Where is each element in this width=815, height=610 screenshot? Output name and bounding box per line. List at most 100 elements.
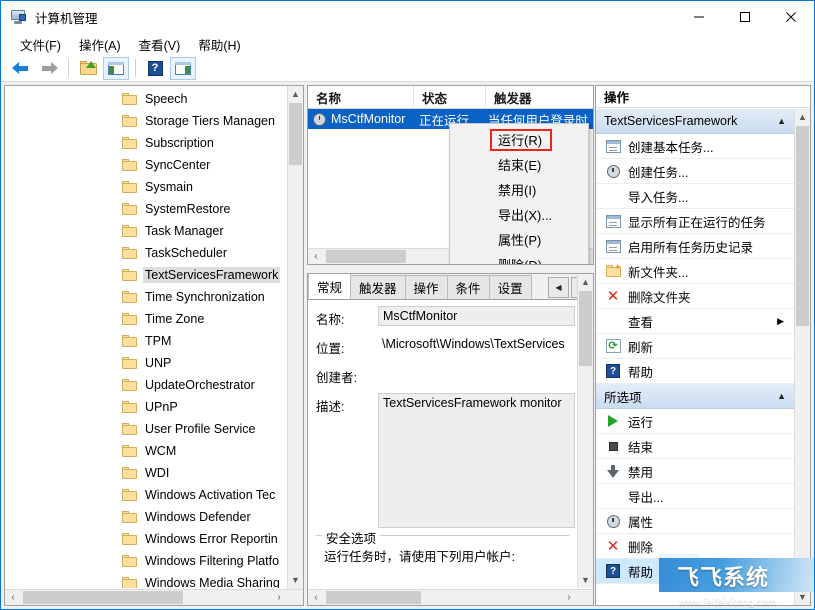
console-tree[interactable]: SpeechStorage Tiers ManagenSubscriptionS…: [5, 88, 287, 588]
folder-up-icon: [80, 61, 97, 75]
actions-scroll-down-button[interactable]: ▼: [795, 589, 810, 605]
tab-2[interactable]: 操作: [405, 275, 448, 299]
actions-vertical-scrollbar[interactable]: ▲ ▼: [794, 109, 810, 605]
tree-item-9[interactable]: Time Synchronization: [5, 286, 287, 308]
tree-item-2[interactable]: Subscription: [5, 132, 287, 154]
action-item-1-0[interactable]: 运行: [596, 409, 794, 434]
help-button[interactable]: ?: [142, 57, 168, 80]
context-menu-item-2[interactable]: 禁用(I): [450, 177, 588, 202]
details-scroll-up-button[interactable]: ▲: [578, 274, 593, 290]
action-item-0-5[interactable]: ✦新文件夹...: [596, 259, 794, 284]
tree-item-6[interactable]: Task Manager: [5, 220, 287, 242]
details-scroll-down-button[interactable]: ▼: [578, 572, 593, 588]
close-button[interactable]: [768, 1, 814, 33]
tree-item-1[interactable]: Storage Tiers Managen: [5, 110, 287, 132]
tree-scroll-down-button[interactable]: ▼: [288, 572, 303, 588]
tree-scroll-thumb[interactable]: [289, 103, 302, 165]
tree-item-16[interactable]: WCM: [5, 440, 287, 462]
action-item-0-7[interactable]: 查看▶: [596, 309, 794, 334]
tab-4[interactable]: 设置: [489, 275, 532, 299]
action-item-1-1[interactable]: 结束: [596, 434, 794, 459]
actions-scroll-thumb[interactable]: [796, 126, 809, 326]
tree-item-17[interactable]: WDI: [5, 462, 287, 484]
tree-item-14[interactable]: UPnP: [5, 396, 287, 418]
context-menu-item-3[interactable]: 导出(X)...: [450, 202, 588, 227]
tree-item-22[interactable]: Windows Media Sharing: [5, 572, 287, 588]
maximize-button[interactable]: [722, 1, 768, 33]
tree-item-8[interactable]: TextServicesFramework: [5, 264, 287, 286]
minimize-button[interactable]: [676, 1, 722, 33]
action-item-0-8[interactable]: ⟳刷新: [596, 334, 794, 359]
menu-file[interactable]: 文件(F): [11, 33, 70, 56]
tab-prev-button[interactable]: ◀: [548, 277, 569, 298]
list-hscroll-thumb[interactable]: [326, 250, 406, 263]
show-action-pane-button[interactable]: [170, 57, 196, 80]
action-item-0-0[interactable]: 创建基本任务...: [596, 134, 794, 159]
action-item-1-5[interactable]: ✕删除: [596, 534, 794, 559]
action-item-0-9[interactable]: ?帮助: [596, 359, 794, 384]
action-item-1-3[interactable]: 导出...: [596, 484, 794, 509]
tree-horizontal-scrollbar[interactable]: ‹ ›: [5, 589, 303, 605]
tab-0[interactable]: 常规: [308, 273, 351, 299]
tree-item-10[interactable]: Time Zone: [5, 308, 287, 330]
action-item-1-2[interactable]: 禁用: [596, 459, 794, 484]
tree-scroll-up-button[interactable]: ▲: [288, 86, 303, 102]
details-hscroll-thumb[interactable]: [326, 591, 421, 604]
chevron-up-icon[interactable]: ▲: [777, 391, 786, 401]
tree-vertical-scrollbar[interactable]: ▲ ▼: [287, 86, 303, 605]
tree-item-19[interactable]: Windows Defender: [5, 506, 287, 528]
actions-list[interactable]: TextServicesFramework▲创建基本任务...创建任务...导入…: [596, 109, 794, 605]
up-folder-button[interactable]: [75, 57, 101, 80]
menu-action[interactable]: 操作(A): [70, 33, 130, 56]
tree-hscroll-thumb[interactable]: [23, 591, 183, 604]
list-scroll-left-button[interactable]: ‹: [308, 249, 324, 264]
tree-item-4[interactable]: Sysmain: [5, 176, 287, 198]
task-context-menu[interactable]: 运行(R)结束(E)禁用(I)导出(X)...属性(P)删除(D): [449, 123, 589, 265]
column-header-2[interactable]: 触发器: [485, 86, 585, 109]
action-item-0-1[interactable]: 创建任务...: [596, 159, 794, 184]
details-scroll-right-button[interactable]: ›: [561, 590, 577, 605]
tree-scroll-left-button[interactable]: ‹: [5, 590, 21, 605]
tree-item-5[interactable]: SystemRestore: [5, 198, 287, 220]
field-name-value[interactable]: MsCtfMonitor: [378, 306, 575, 326]
action-item-1-4[interactable]: 属性: [596, 509, 794, 534]
chevron-up-icon[interactable]: ▲: [777, 116, 786, 126]
details-scroll-thumb[interactable]: [579, 291, 592, 366]
context-menu-item-5[interactable]: 删除(D): [450, 252, 588, 265]
tree-item-3[interactable]: SyncCenter: [5, 154, 287, 176]
action-item-1-6[interactable]: ?帮助: [596, 559, 794, 584]
tree-item-13[interactable]: UpdateOrchestrator: [5, 374, 287, 396]
forward-button[interactable]: [36, 57, 62, 80]
tree-item-7[interactable]: TaskScheduler: [5, 242, 287, 264]
action-item-0-6[interactable]: ✕删除文件夹: [596, 284, 794, 309]
details-horizontal-scrollbar[interactable]: ‹ ›: [308, 589, 593, 605]
details-scroll-left-button[interactable]: ‹: [308, 590, 324, 605]
menu-help[interactable]: 帮助(H): [189, 33, 249, 56]
tab-1[interactable]: 触发器: [350, 275, 406, 299]
show-tree-pane-button[interactable]: [103, 57, 129, 80]
tab-3[interactable]: 条件: [447, 275, 490, 299]
tree-item-21[interactable]: Windows Filtering Platfo: [5, 550, 287, 572]
context-menu-item-4[interactable]: 属性(P): [450, 227, 588, 252]
column-header-0[interactable]: 名称: [308, 86, 413, 109]
action-item-0-3[interactable]: 显示所有正在运行的任务: [596, 209, 794, 234]
tree-item-12[interactable]: UNP: [5, 352, 287, 374]
actions-group-header-1[interactable]: 所选项▲: [596, 384, 794, 409]
tree-item-18[interactable]: Windows Activation Tec: [5, 484, 287, 506]
tree-item-0[interactable]: Speech: [5, 88, 287, 110]
back-button[interactable]: [8, 57, 34, 80]
field-description-value[interactable]: TextServicesFramework monitor: [378, 393, 575, 528]
actions-group-header-0[interactable]: TextServicesFramework▲: [596, 109, 794, 134]
tree-scroll-right-button[interactable]: ›: [271, 590, 287, 605]
tree-item-11[interactable]: TPM: [5, 330, 287, 352]
actions-scroll-up-button[interactable]: ▲: [795, 109, 810, 125]
details-vertical-scrollbar[interactable]: ▲ ▼: [577, 274, 593, 588]
action-item-0-2[interactable]: 导入任务...: [596, 184, 794, 209]
action-item-0-4[interactable]: 启用所有任务历史记录: [596, 234, 794, 259]
context-menu-item-0[interactable]: 运行(R): [450, 127, 588, 152]
menu-view[interactable]: 查看(V): [130, 33, 190, 56]
tree-item-20[interactable]: Windows Error Reportin: [5, 528, 287, 550]
context-menu-item-1[interactable]: 结束(E): [450, 152, 588, 177]
tree-item-15[interactable]: User Profile Service: [5, 418, 287, 440]
column-header-1[interactable]: 状态: [413, 86, 485, 109]
